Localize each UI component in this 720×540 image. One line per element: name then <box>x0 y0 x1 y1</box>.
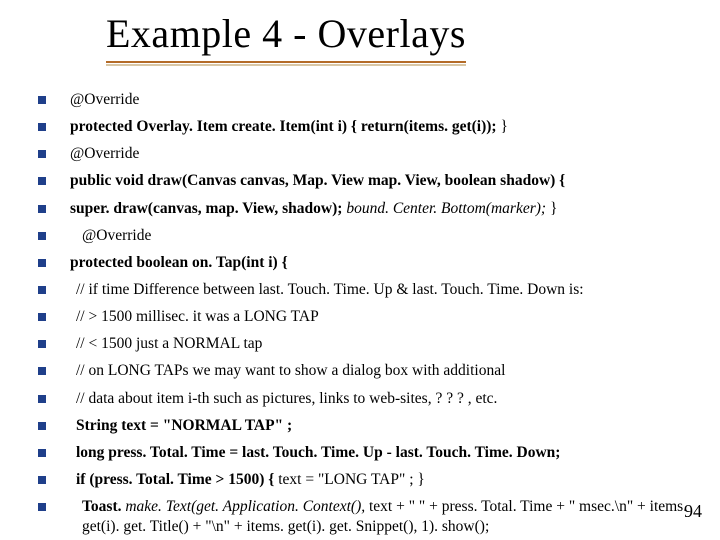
square-bullet-icon <box>38 286 46 294</box>
bullet-row: @Override <box>38 90 690 110</box>
square-bullet-icon <box>38 123 46 131</box>
code-segment: // < 1500 just a NORMAL tap <box>76 335 262 352</box>
code-segment: } <box>550 200 557 217</box>
code-segment: protected boolean on. Tap(int i) { <box>70 254 288 271</box>
code-segment: @Override <box>70 91 139 108</box>
code-segment: text = "LONG TAP" ; } <box>278 471 425 488</box>
bullet-row: long press. Total. Time = last. Touch. T… <box>38 443 690 463</box>
code-segment: bound. Center. Bottom(marker); <box>346 200 550 217</box>
bullet-row: public void draw(Canvas canvas, Map. Vie… <box>38 171 690 191</box>
slide-content: @Override protected Overlay. Item create.… <box>38 90 690 540</box>
square-bullet-icon <box>38 232 46 240</box>
square-bullet-icon <box>38 313 46 321</box>
code-line: @Override <box>70 226 690 246</box>
bullet-row: @Override <box>38 144 690 164</box>
code-line: @Override <box>70 144 690 164</box>
square-bullet-icon <box>38 449 46 457</box>
code-line: // data about item i-th such as pictures… <box>70 389 690 409</box>
square-bullet-icon <box>38 205 46 213</box>
bullet-row: @Override <box>38 226 690 246</box>
bullet-row: if (press. Total. Time > 1500) { text = … <box>38 470 690 490</box>
code-segment: // data about item i-th such as pictures… <box>76 390 497 407</box>
code-line: long press. Total. Time = last. Touch. T… <box>70 443 690 463</box>
code-line: // on LONG TAPs we may want to show a di… <box>70 361 690 381</box>
square-bullet-icon <box>38 177 46 185</box>
bullet-row: // data about item i-th such as pictures… <box>38 389 690 409</box>
slide: Example 4 - Overlays @Override protected … <box>0 0 720 540</box>
code-segment: if (press. Total. Time > 1500) { <box>76 471 278 488</box>
code-line: @Override <box>70 90 690 110</box>
code-segment: // if time Difference between last. Touc… <box>76 281 584 298</box>
code-segment: Toast. <box>82 498 125 515</box>
bullet-row: // < 1500 just a NORMAL tap <box>38 334 690 354</box>
bullet-row: // on LONG TAPs we may want to show a di… <box>38 361 690 381</box>
title-text: Example 4 - Overlays <box>106 11 466 56</box>
square-bullet-icon <box>38 96 46 104</box>
code-segment: @Override <box>82 227 151 244</box>
code-segment: super. draw(canvas, map. View, shadow); <box>70 200 346 217</box>
square-bullet-icon <box>38 503 46 511</box>
title-underline-shadow <box>106 64 466 66</box>
square-bullet-icon <box>38 367 46 375</box>
bullet-row: protected Overlay. Item create. Item(int… <box>38 117 690 137</box>
code-line: if (press. Total. Time > 1500) { text = … <box>70 470 690 490</box>
square-bullet-icon <box>38 476 46 484</box>
code-line: super. draw(canvas, map. View, shadow); … <box>70 199 690 219</box>
code-segment: } <box>500 118 507 135</box>
code-segment: protected Overlay. Item create. Item(int… <box>70 118 500 135</box>
bullet-row: super. draw(canvas, map. View, shadow); … <box>38 199 690 219</box>
code-line: String text = "NORMAL TAP" ; <box>70 416 690 436</box>
bullet-row: String text = "NORMAL TAP" ; <box>38 416 690 436</box>
code-line: protected Overlay. Item create. Item(int… <box>70 117 690 137</box>
code-line: // > 1500 millisec. it was a LONG TAP <box>70 307 690 327</box>
bullet-row: // > 1500 millisec. it was a LONG TAP <box>38 307 690 327</box>
code-segment: @Override <box>70 145 139 162</box>
code-segment: long press. Total. Time = last. Touch. T… <box>76 444 560 461</box>
code-line: public void draw(Canvas canvas, Map. Vie… <box>70 171 690 191</box>
bullet-row: // if time Difference between last. Touc… <box>38 280 690 300</box>
code-line: protected boolean on. Tap(int i) { <box>70 253 690 273</box>
square-bullet-icon <box>38 422 46 430</box>
code-line: // < 1500 just a NORMAL tap <box>70 334 690 354</box>
code-segment: make. Text(get. Application. Context(), <box>125 498 369 515</box>
square-bullet-icon <box>38 395 46 403</box>
square-bullet-icon <box>38 150 46 158</box>
code-segment: String text = "NORMAL TAP" ; <box>76 417 292 434</box>
code-segment: public void draw(Canvas canvas, Map. Vie… <box>70 172 565 189</box>
square-bullet-icon <box>38 340 46 348</box>
code-segment: // on LONG TAPs we may want to show a di… <box>76 362 505 379</box>
square-bullet-icon <box>38 259 46 267</box>
code-line: // if time Difference between last. Touc… <box>70 280 690 300</box>
code-line: Toast. make. Text(get. Application. Cont… <box>70 497 690 537</box>
code-segment: // > 1500 millisec. it was a LONG TAP <box>76 308 319 325</box>
bullet-row: protected boolean on. Tap(int i) { <box>38 253 690 273</box>
page-number: 94 <box>684 501 702 522</box>
slide-title: Example 4 - Overlays <box>106 10 466 63</box>
bullet-row: Toast. make. Text(get. Application. Cont… <box>38 497 690 537</box>
